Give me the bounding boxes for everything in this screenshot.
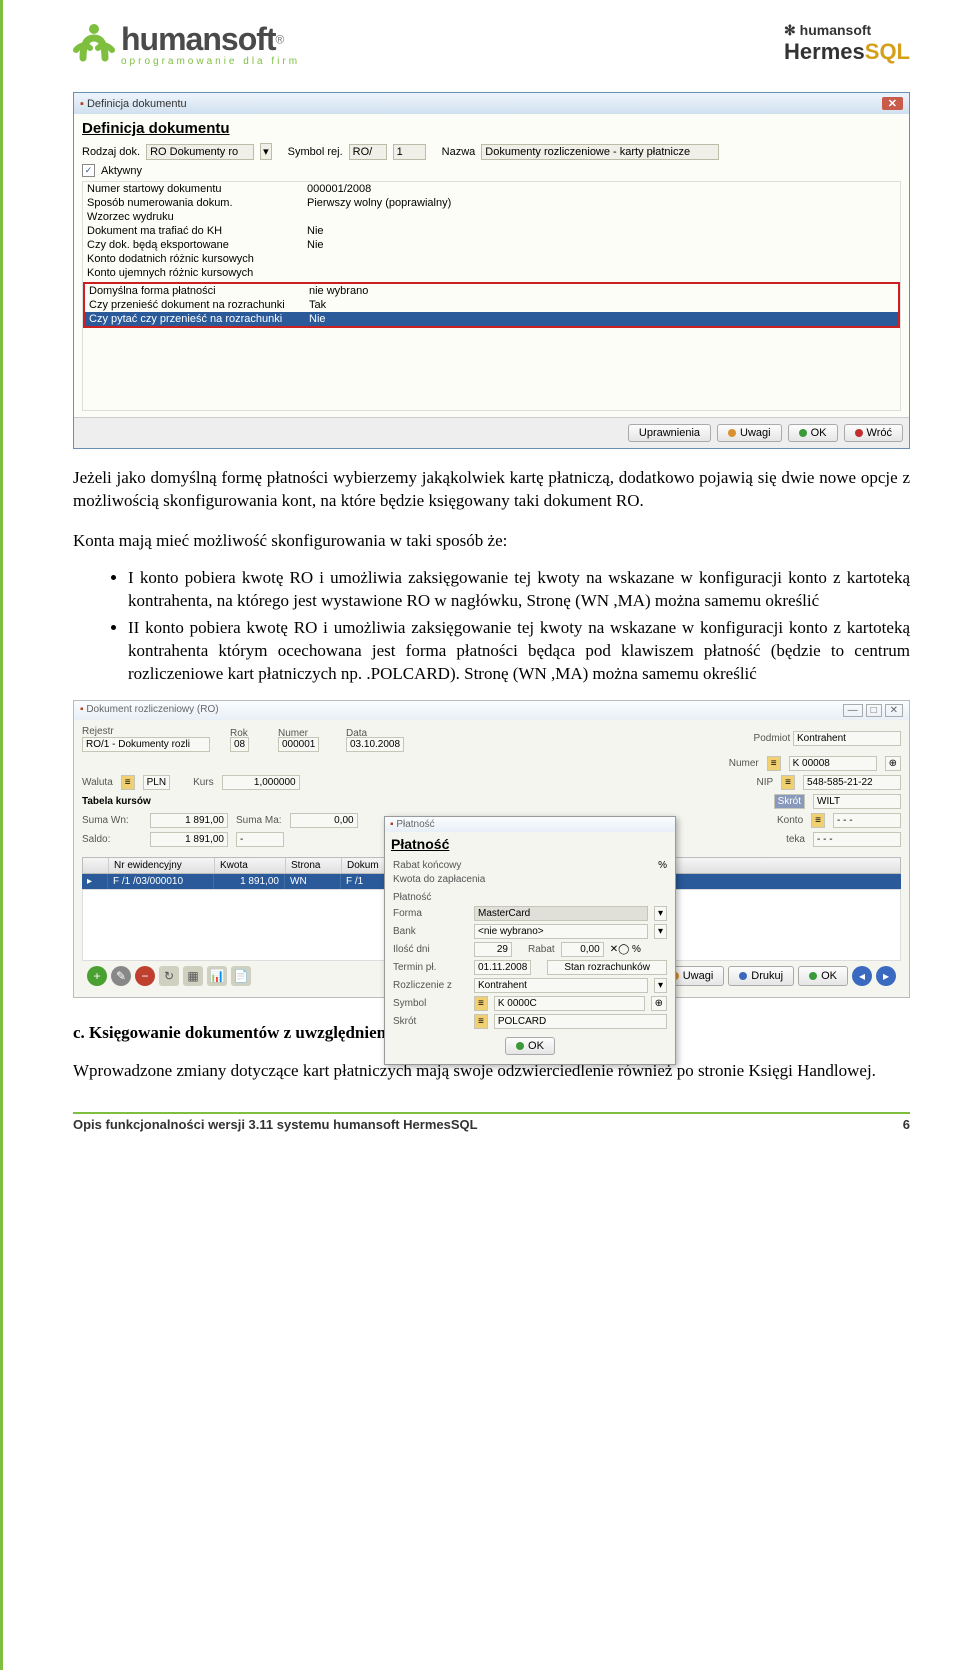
status-button[interactable]: Stan rozrachunków — [547, 960, 667, 975]
logo-tagline: oprogramowanie dla firm — [121, 56, 300, 67]
page-number: 6 — [903, 1117, 910, 1132]
paragraph-1: Jeżeli jako domyślną formę płatności wyb… — [73, 467, 910, 513]
doc-type-select[interactable]: RO Dokumenty ro — [146, 144, 254, 160]
header-logos: humansoft® oprogramowanie dla firm ✻ hum… — [73, 20, 910, 67]
footer-text: Opis funkcjonalności wersji 3.11 systemu… — [73, 1117, 478, 1132]
window-controls[interactable]: — □ ✕ — [843, 704, 903, 717]
symbol-input[interactable]: RO/ — [349, 144, 387, 160]
window-settlement-document: ▪ Dokument rozliczeniowy (RO) — □ ✕ Reje… — [73, 700, 910, 998]
logo-humansoft: humansoft® oprogramowanie dla firm — [73, 20, 300, 67]
properties-list: Numer startowy dokumentu000001/2008 Spos… — [82, 181, 901, 411]
register-select[interactable]: RO/1 - Dokumenty rozli — [82, 737, 210, 752]
prev-icon[interactable]: ◂ — [852, 966, 872, 986]
table-icon[interactable]: ▦ — [183, 966, 203, 986]
popup-ok-button[interactable]: OK — [505, 1037, 555, 1055]
window-document-definition: ▪ Definicja dokumentu ✕ Definicja dokume… — [73, 92, 910, 449]
doc-icon[interactable]: 📄 — [231, 966, 251, 986]
ok-button[interactable]: OK — [798, 966, 848, 986]
name-input[interactable]: Dokumenty rozliczeniowe - karty płatnicz… — [481, 144, 719, 160]
delete-icon[interactable]: − — [135, 966, 155, 986]
add-icon[interactable]: + — [87, 966, 107, 986]
close-icon[interactable]: ✕ — [882, 97, 903, 110]
next-icon[interactable]: ▸ — [876, 966, 896, 986]
payment-form-select[interactable]: MasterCard — [474, 906, 648, 921]
window-heading: Definicja dokumentu — [82, 120, 901, 137]
bullet-list: I konto pobiera kwotę RO i umożliwia zak… — [73, 567, 910, 686]
back-button[interactable]: Wróć — [844, 424, 903, 442]
logo-text: humansoft — [121, 21, 276, 57]
chart-icon[interactable]: 📊 — [207, 966, 227, 986]
bank-select[interactable]: <nie wybrano> — [474, 924, 648, 939]
print-button[interactable]: Drukuj — [728, 966, 794, 986]
paragraph-2: Konta mają mieć możliwość skonfigurowani… — [73, 530, 910, 553]
logo-hermessql: ✻ humansoft HermesSQL — [784, 22, 910, 65]
page-footer: Opis funkcjonalności wersji 3.11 systemu… — [73, 1114, 910, 1132]
payment-popup: ▪ Płatność Płatność Rabat końcowy% Kwota… — [384, 816, 676, 1065]
active-checkbox[interactable]: ✓ — [82, 164, 95, 177]
notes-button[interactable]: Uwagi — [717, 424, 782, 442]
edit-icon[interactable]: ✎ — [111, 966, 131, 986]
ok-button[interactable]: OK — [788, 424, 838, 442]
logo-icon — [73, 20, 115, 67]
refresh-icon[interactable]: ↻ — [159, 966, 179, 986]
permissions-button[interactable]: Uprawnienia — [628, 424, 711, 442]
window-titlebar: ▪ Definicja dokumentu ✕ — [74, 93, 909, 114]
highlighted-options: Domyślna forma płatnościnie wybrano Czy … — [83, 282, 900, 328]
